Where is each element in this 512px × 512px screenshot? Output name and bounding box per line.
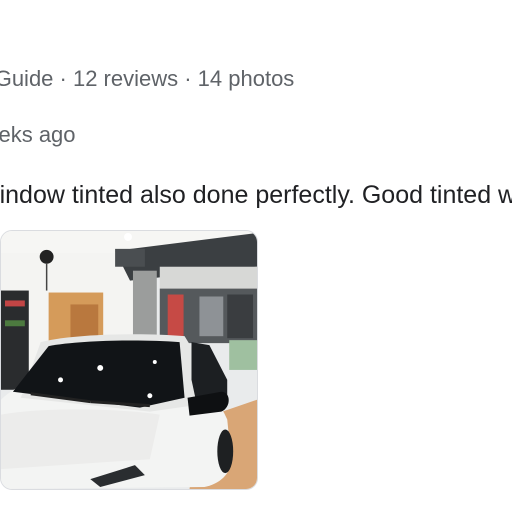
reviewer-meta: Local Guide · 12 reviews · 14 photos (0, 64, 294, 94)
reviewer-meta-text: Local Guide · 12 reviews · 14 photos (0, 66, 295, 91)
review-timestamp: 2 weeks ago (0, 120, 76, 150)
review-body-text: Window tinted also done perfectly. Good … (0, 181, 512, 209)
review-timestamp-text: 2 weeks ago (0, 122, 76, 147)
review-card: Local Guide · 12 reviews · 14 photos 2 w… (0, 0, 512, 512)
car-photo-illustration (1, 231, 257, 489)
review-body: Window tinted also done perfectly. Good … (0, 178, 512, 212)
review-photo[interactable] (0, 230, 258, 490)
